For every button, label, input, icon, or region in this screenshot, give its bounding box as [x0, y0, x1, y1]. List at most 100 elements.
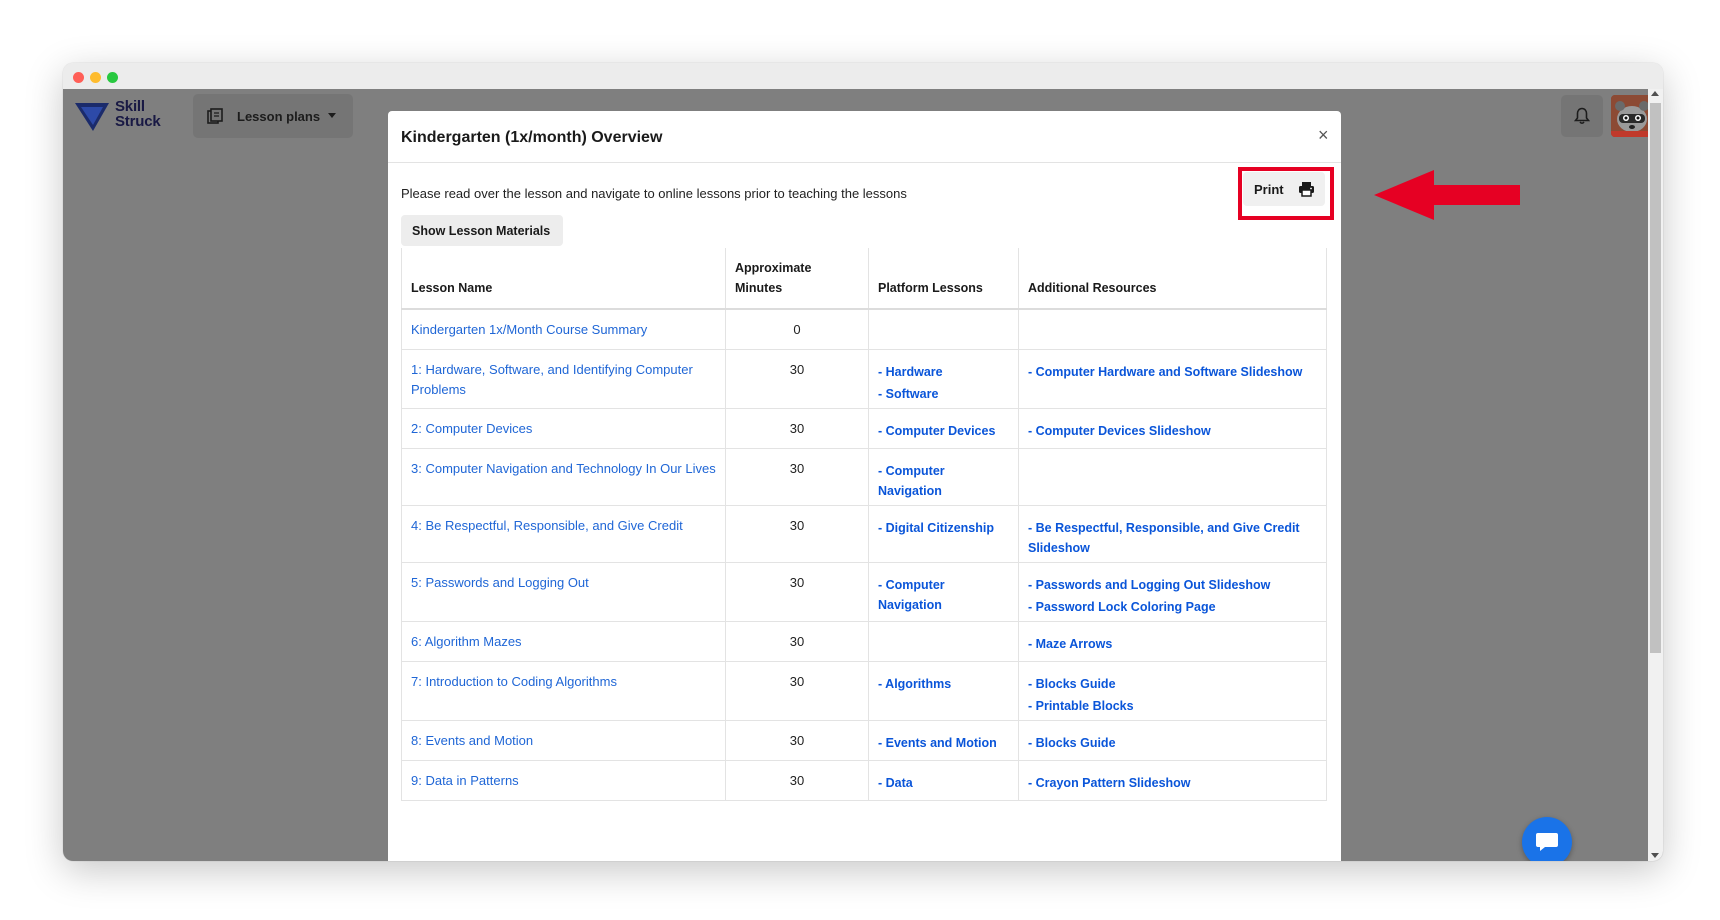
additional-resources-cell: - Blocks Guide: [1018, 721, 1327, 760]
platform-lessons-cell: [868, 310, 1018, 349]
minutes-value: 0: [793, 322, 801, 337]
lesson-link[interactable]: 4: Be Respectful, Responsible, and Give …: [411, 518, 683, 533]
minimize-window-button[interactable]: [90, 72, 101, 83]
lesson-name-cell: 2: Computer Devices: [401, 409, 725, 448]
notifications-button[interactable]: [1561, 95, 1603, 137]
minutes-cell: 30: [725, 622, 868, 661]
resource-link[interactable]: - Computer Devices Slideshow: [1028, 421, 1317, 441]
table-row: 6: Algorithm Mazes 30 - Maze Arrows: [401, 622, 1327, 662]
minutes-value: 30: [789, 575, 805, 590]
platform-lesson-link[interactable]: - Digital Citizenship: [878, 518, 1009, 538]
page-scrollbar[interactable]: [1648, 89, 1663, 861]
table-row: Kindergarten 1x/Month Course Summary 0: [401, 310, 1327, 350]
maximize-window-button[interactable]: [107, 72, 118, 83]
table-row: 7: Introduction to Coding Algorithms 30 - …: [401, 662, 1327, 721]
resource-link[interactable]: - Passwords and Logging Out Slideshow: [1028, 575, 1317, 595]
additional-resources-cell: - Crayon Pattern Slideshow: [1018, 761, 1327, 800]
logo-text: Skill Struck: [115, 99, 185, 129]
platform-lessons-cell: - Computer Navigation: [868, 563, 1018, 621]
platform-lesson-link[interactable]: - Events and Motion: [878, 733, 1009, 753]
platform-lesson-link[interactable]: - Hardware: [878, 362, 1009, 382]
resource-link[interactable]: - Maze Arrows: [1028, 634, 1317, 654]
skill-struck-logo[interactable]: Skill Struck: [75, 99, 185, 135]
lesson-link[interactable]: 1: Hardware, Software, and Identifying C…: [411, 362, 693, 397]
lesson-table: Lesson Name Approximate Minutes Platform…: [401, 248, 1327, 801]
skill-struck-logo-icon: [75, 103, 109, 131]
table-body: Kindergarten 1x/Month Course Summary 0 1: …: [401, 310, 1327, 801]
chat-button[interactable]: [1522, 817, 1572, 861]
lesson-link[interactable]: 5: Passwords and Logging Out: [411, 575, 589, 590]
minutes-value: 30: [789, 421, 805, 436]
platform-lessons-cell: - Computer Navigation: [868, 449, 1018, 505]
lesson-link[interactable]: 7: Introduction to Coding Algorithms: [411, 674, 617, 689]
table-row: 5: Passwords and Logging Out 30 - Computer…: [401, 563, 1327, 622]
window-titlebar: [63, 63, 1663, 89]
minutes-cell: 30: [725, 662, 868, 720]
minutes-cell: 30: [725, 506, 868, 562]
modal-intro-text: Please read over the lesson and navigate…: [401, 186, 907, 201]
platform-lessons-cell: - Events and Motion: [868, 721, 1018, 760]
lesson-link[interactable]: 9: Data in Patterns: [411, 773, 519, 788]
show-lesson-materials-button[interactable]: Show Lesson Materials: [401, 215, 563, 246]
minutes-cell: 30: [725, 350, 868, 408]
book-stack-icon: [207, 108, 223, 124]
minutes-cell: 30: [725, 563, 868, 621]
table-row: 8: Events and Motion 30 - Events and Motio…: [401, 721, 1327, 761]
resource-link[interactable]: - Computer Hardware and Software Slidesh…: [1028, 362, 1317, 382]
additional-resources-cell: [1018, 449, 1327, 505]
lesson-link[interactable]: 3: Computer Navigation and Technology In…: [411, 461, 716, 476]
additional-resources-cell: - Blocks Guide - Printable Blocks: [1018, 662, 1327, 720]
platform-lesson-link[interactable]: - Algorithms: [878, 674, 1009, 694]
close-window-button[interactable]: [73, 72, 84, 83]
logo-line-1: Skill: [115, 98, 145, 115]
lesson-name-cell: 4: Be Respectful, Responsible, and Give …: [401, 506, 725, 562]
platform-lesson-link[interactable]: - Computer Navigation: [878, 575, 1009, 615]
lesson-link[interactable]: 2: Computer Devices: [411, 421, 532, 436]
scroll-down-arrow-icon[interactable]: [1651, 853, 1659, 858]
lesson-name-cell: Kindergarten 1x/Month Course Summary: [401, 310, 725, 349]
table-row: 9: Data in Patterns 30 - Data - Crayon Patt…: [401, 761, 1327, 801]
table-row: 4: Be Respectful, Responsible, and Give …: [401, 506, 1327, 563]
minutes-cell: 30: [725, 409, 868, 448]
modal-title: Kindergarten (1x/month) Overview: [401, 129, 663, 146]
close-icon[interactable]: ×: [1318, 126, 1329, 144]
platform-lessons-cell: - Algorithms: [868, 662, 1018, 720]
platform-lessons-cell: - Hardware - Software: [868, 350, 1018, 408]
lesson-link[interactable]: 8: Events and Motion: [411, 733, 533, 748]
resource-link[interactable]: - Crayon Pattern Slideshow: [1028, 773, 1317, 793]
lesson-plans-menu[interactable]: Lesson plans: [193, 94, 353, 138]
lesson-name-cell: 7: Introduction to Coding Algorithms: [401, 662, 725, 720]
lesson-name-cell: 9: Data in Patterns: [401, 761, 725, 800]
platform-lesson-link[interactable]: - Computer Devices: [878, 421, 1009, 441]
chevron-down-icon: [328, 113, 336, 118]
minutes-cell: 0: [725, 310, 868, 349]
red-arrow-icon: [1374, 170, 1520, 220]
user-avatar[interactable]: [1611, 95, 1653, 137]
scrollbar-thumb[interactable]: [1650, 103, 1661, 653]
platform-lesson-link[interactable]: - Data: [878, 773, 1009, 793]
lesson-name-cell: 1: Hardware, Software, and Identifying C…: [401, 350, 725, 408]
resource-link[interactable]: - Printable Blocks: [1028, 696, 1317, 716]
resource-link[interactable]: - Blocks Guide: [1028, 674, 1317, 694]
lesson-name-cell: 5: Passwords and Logging Out: [401, 563, 725, 621]
print-highlight-box: [1238, 167, 1334, 220]
logo-line-2: Struck: [115, 113, 161, 130]
resource-link[interactable]: - Be Respectful, Responsible, and Give C…: [1028, 518, 1317, 558]
table-row: 2: Computer Devices 30 - Computer Devices -…: [401, 409, 1327, 449]
platform-lessons-cell: - Computer Devices: [868, 409, 1018, 448]
additional-resources-cell: - Maze Arrows: [1018, 622, 1327, 661]
minutes-value: 30: [789, 461, 805, 476]
minutes-cell: 30: [725, 721, 868, 760]
additional-resources-cell: [1018, 310, 1327, 349]
platform-lesson-link[interactable]: - Software: [878, 384, 1009, 404]
lesson-link[interactable]: Kindergarten 1x/Month Course Summary: [411, 322, 647, 337]
platform-lesson-link[interactable]: - Computer Navigation: [878, 461, 1009, 501]
resource-link[interactable]: - Password Lock Coloring Page: [1028, 597, 1317, 617]
minutes-value: 30: [789, 773, 805, 788]
scroll-up-arrow-icon[interactable]: [1651, 91, 1659, 96]
lesson-link[interactable]: 6: Algorithm Mazes: [411, 634, 522, 649]
resource-link[interactable]: - Blocks Guide: [1028, 733, 1317, 753]
lesson-name-cell: 6: Algorithm Mazes: [401, 622, 725, 661]
lesson-plans-label: Lesson plans: [237, 109, 321, 124]
lesson-name-cell: 3: Computer Navigation and Technology In…: [401, 449, 725, 505]
